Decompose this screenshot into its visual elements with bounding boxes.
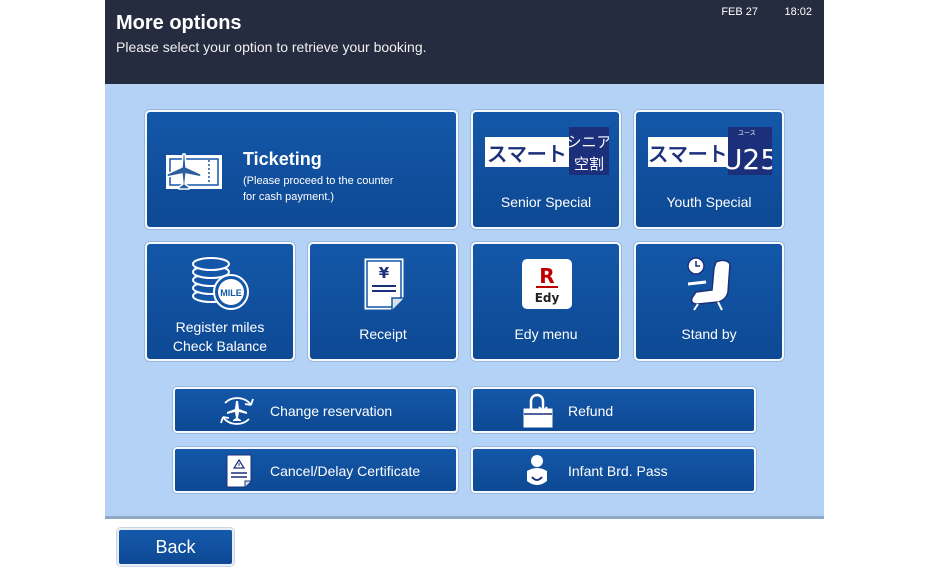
receipt-label: Receipt	[359, 326, 407, 342]
check-balance-line2: Check Balance	[172, 338, 268, 354]
cancel-delay-certificate-button[interactable]: Cancel/Delay Certificate	[173, 447, 458, 493]
stand-by-label: Stand by	[681, 326, 737, 342]
youth-special-button[interactable]: スマート ユース U25 Youth Special	[634, 110, 784, 229]
svg-text:スマート: スマート	[487, 142, 566, 166]
header: More options Please select your option t…	[105, 0, 824, 84]
svg-text:シニア: シニア	[566, 133, 609, 151]
svg-text:ユース: ユース	[738, 130, 756, 137]
mile-coins-icon: MILE	[192, 257, 249, 310]
svg-text:スマート: スマート	[648, 142, 727, 166]
senior-special-label: Senior Special	[500, 194, 592, 210]
refund-label: Refund	[568, 403, 614, 419]
smart-u25-logo: スマート ユース U25	[648, 127, 772, 175]
plane-rotate-icon	[220, 397, 254, 425]
page-title: More options	[116, 12, 242, 34]
infant-icon	[527, 455, 547, 485]
screen-bottom-border	[105, 516, 824, 519]
ticketing-button[interactable]: Ticketing (Please proceed to the counter…	[145, 110, 458, 229]
edy-logo: R Edy	[522, 259, 572, 309]
receipt-icon: ¥	[363, 257, 405, 311]
senior-special-button[interactable]: スマート シニア 空割 Senior Special	[471, 110, 621, 229]
register-miles-button[interactable]: MILE Register miles Check Balance	[145, 242, 295, 361]
smart-senior-logo: スマート シニア 空割	[485, 127, 609, 175]
ticketing-subtitle: (Please proceed to the counter for cash …	[243, 173, 423, 205]
kiosk-screen: More options Please select your option t…	[105, 0, 824, 519]
svg-text:¥: ¥	[379, 264, 390, 282]
infant-boarding-pass-label: Infant Brd. Pass	[568, 463, 668, 479]
receipt-button[interactable]: ¥ Receipt	[308, 242, 458, 361]
stand-by-button[interactable]: Stand by	[634, 242, 784, 361]
svg-text:MILE: MILE	[220, 288, 242, 298]
svg-text:U25: U25	[722, 143, 772, 175]
page-subtitle: Please select your option to retrieve yo…	[116, 39, 427, 55]
time-display: 18:02	[784, 6, 812, 18]
infant-boarding-pass-button[interactable]: Infant Brd. Pass	[471, 447, 756, 493]
register-miles-label: Register miles Check Balance	[147, 318, 293, 356]
youth-special-label: Youth Special	[666, 194, 752, 210]
refund-button[interactable]: Refund	[471, 387, 756, 433]
warning-document-icon	[226, 454, 252, 488]
svg-text:Edy: Edy	[535, 291, 560, 305]
change-reservation-label: Change reservation	[270, 403, 393, 419]
ticketing-title: Ticketing	[243, 149, 322, 169]
back-button[interactable]: Back	[117, 528, 234, 566]
date-display: FEB 27	[721, 6, 758, 18]
edy-menu-label: Edy menu	[514, 326, 578, 342]
seat-clock-icon	[687, 257, 731, 311]
register-miles-line1: Register miles	[175, 319, 265, 335]
svg-text:空割: 空割	[574, 155, 604, 173]
ticketing-subtitle-line1: (Please proceed to the counter	[243, 175, 394, 187]
ticketing-subtitle-line2: for cash payment.)	[243, 191, 335, 203]
edy-menu-button[interactable]: R Edy Edy menu	[471, 242, 621, 361]
plane-ticket-icon	[166, 153, 222, 190]
svg-text:R: R	[539, 264, 554, 288]
refund-icon	[523, 393, 553, 428]
change-reservation-button[interactable]: Change reservation	[173, 387, 458, 433]
cancel-delay-certificate-label: Cancel/Delay Certificate	[270, 463, 421, 479]
